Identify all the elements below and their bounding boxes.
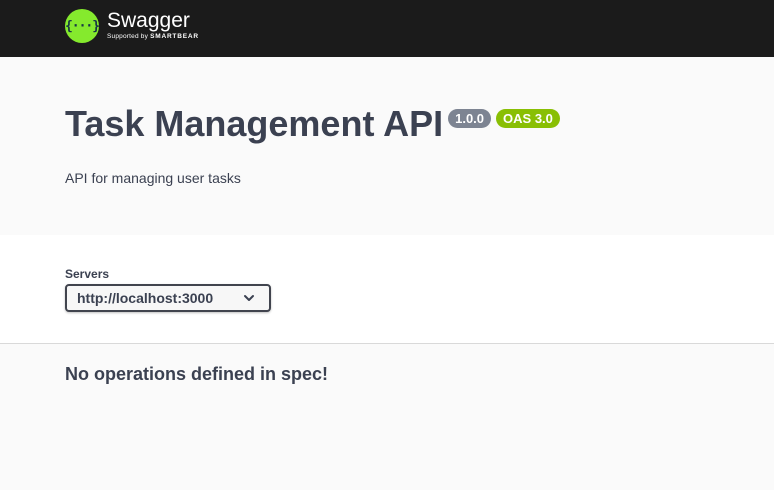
title-row: Task Management API 1.0.0 OAS 3.0 — [65, 106, 560, 142]
swagger-logo-link[interactable]: {···} Swagger Supported by SMARTBEAR — [65, 9, 199, 43]
version-badge: 1.0.0 — [448, 109, 492, 128]
servers-select[interactable]: http://localhost:3000 — [65, 284, 271, 312]
info-section: Task Management API 1.0.0 OAS 3.0 API fo… — [0, 57, 774, 235]
swagger-logo-icon: {···} — [64, 9, 100, 43]
servers-label: Servers — [65, 267, 110, 281]
logo-glyph: {···} — [64, 18, 100, 34]
logo-subtitle: Supported by SMARTBEAR — [107, 32, 199, 41]
logo-sub-brand: SMARTBEAR — [150, 32, 199, 40]
servers-section: Servers http://localhost:3000 — [0, 235, 774, 344]
page-title: Task Management API — [65, 103, 444, 144]
api-description: API for managing user tasks — [65, 170, 241, 186]
logo-text: Swagger Supported by SMARTBEAR — [107, 8, 199, 41]
logo-sub-prefix: Supported by — [107, 32, 149, 40]
topbar: {···} Swagger Supported by SMARTBEAR — [0, 0, 774, 57]
chevron-down-icon — [244, 295, 254, 301]
logo-name: Swagger — [107, 8, 190, 32]
no-operations-message: No operations defined in spec! — [65, 364, 329, 384]
oas-badge: OAS 3.0 — [496, 109, 560, 128]
servers-selected-value: http://localhost:3000 — [77, 290, 214, 306]
